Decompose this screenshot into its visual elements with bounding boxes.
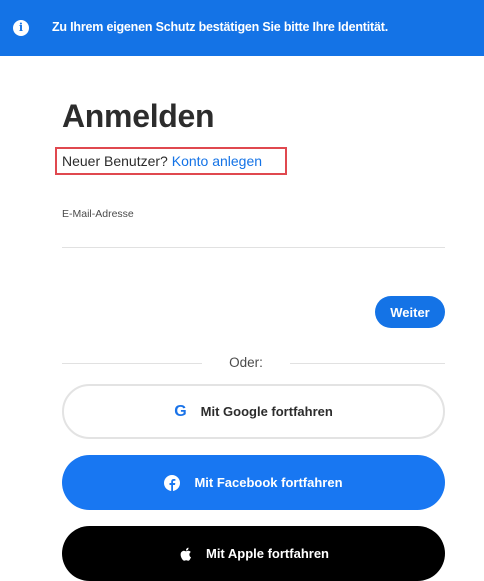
apple-icon: [178, 546, 192, 562]
divider-line-left: [62, 363, 202, 364]
next-button[interactable]: Weiter: [375, 296, 445, 328]
banner-text: Zu Ihrem eigenen Schutz bestätigen Sie b…: [52, 20, 388, 34]
email-field[interactable]: [62, 222, 445, 248]
email-label: E-Mail-Adresse: [62, 208, 134, 220]
new-user-row: Neuer Benutzer? Konto anlegen: [62, 153, 262, 169]
google-signin-label: Mit Google fortfahren: [200, 404, 333, 419]
facebook-signin-button[interactable]: Mit Facebook fortfahren: [62, 455, 445, 510]
facebook-signin-label: Mit Facebook fortfahren: [194, 475, 343, 490]
new-user-text: Neuer Benutzer?: [62, 153, 168, 169]
page-title: Anmelden: [62, 98, 215, 134]
or-divider-text: Oder:: [229, 355, 263, 370]
info-icon: i: [13, 20, 29, 36]
create-account-link[interactable]: Konto anlegen: [172, 153, 262, 169]
google-signin-button[interactable]: G Mit Google fortfahren: [62, 384, 445, 439]
apple-signin-button[interactable]: Mit Apple fortfahren: [62, 526, 445, 581]
identity-banner: i Zu Ihrem eigenen Schutz bestätigen Sie…: [0, 0, 484, 56]
apple-signin-label: Mit Apple fortfahren: [205, 546, 329, 561]
facebook-icon: [164, 474, 181, 491]
divider-line-right: [290, 363, 445, 364]
google-icon: G: [174, 402, 187, 420]
